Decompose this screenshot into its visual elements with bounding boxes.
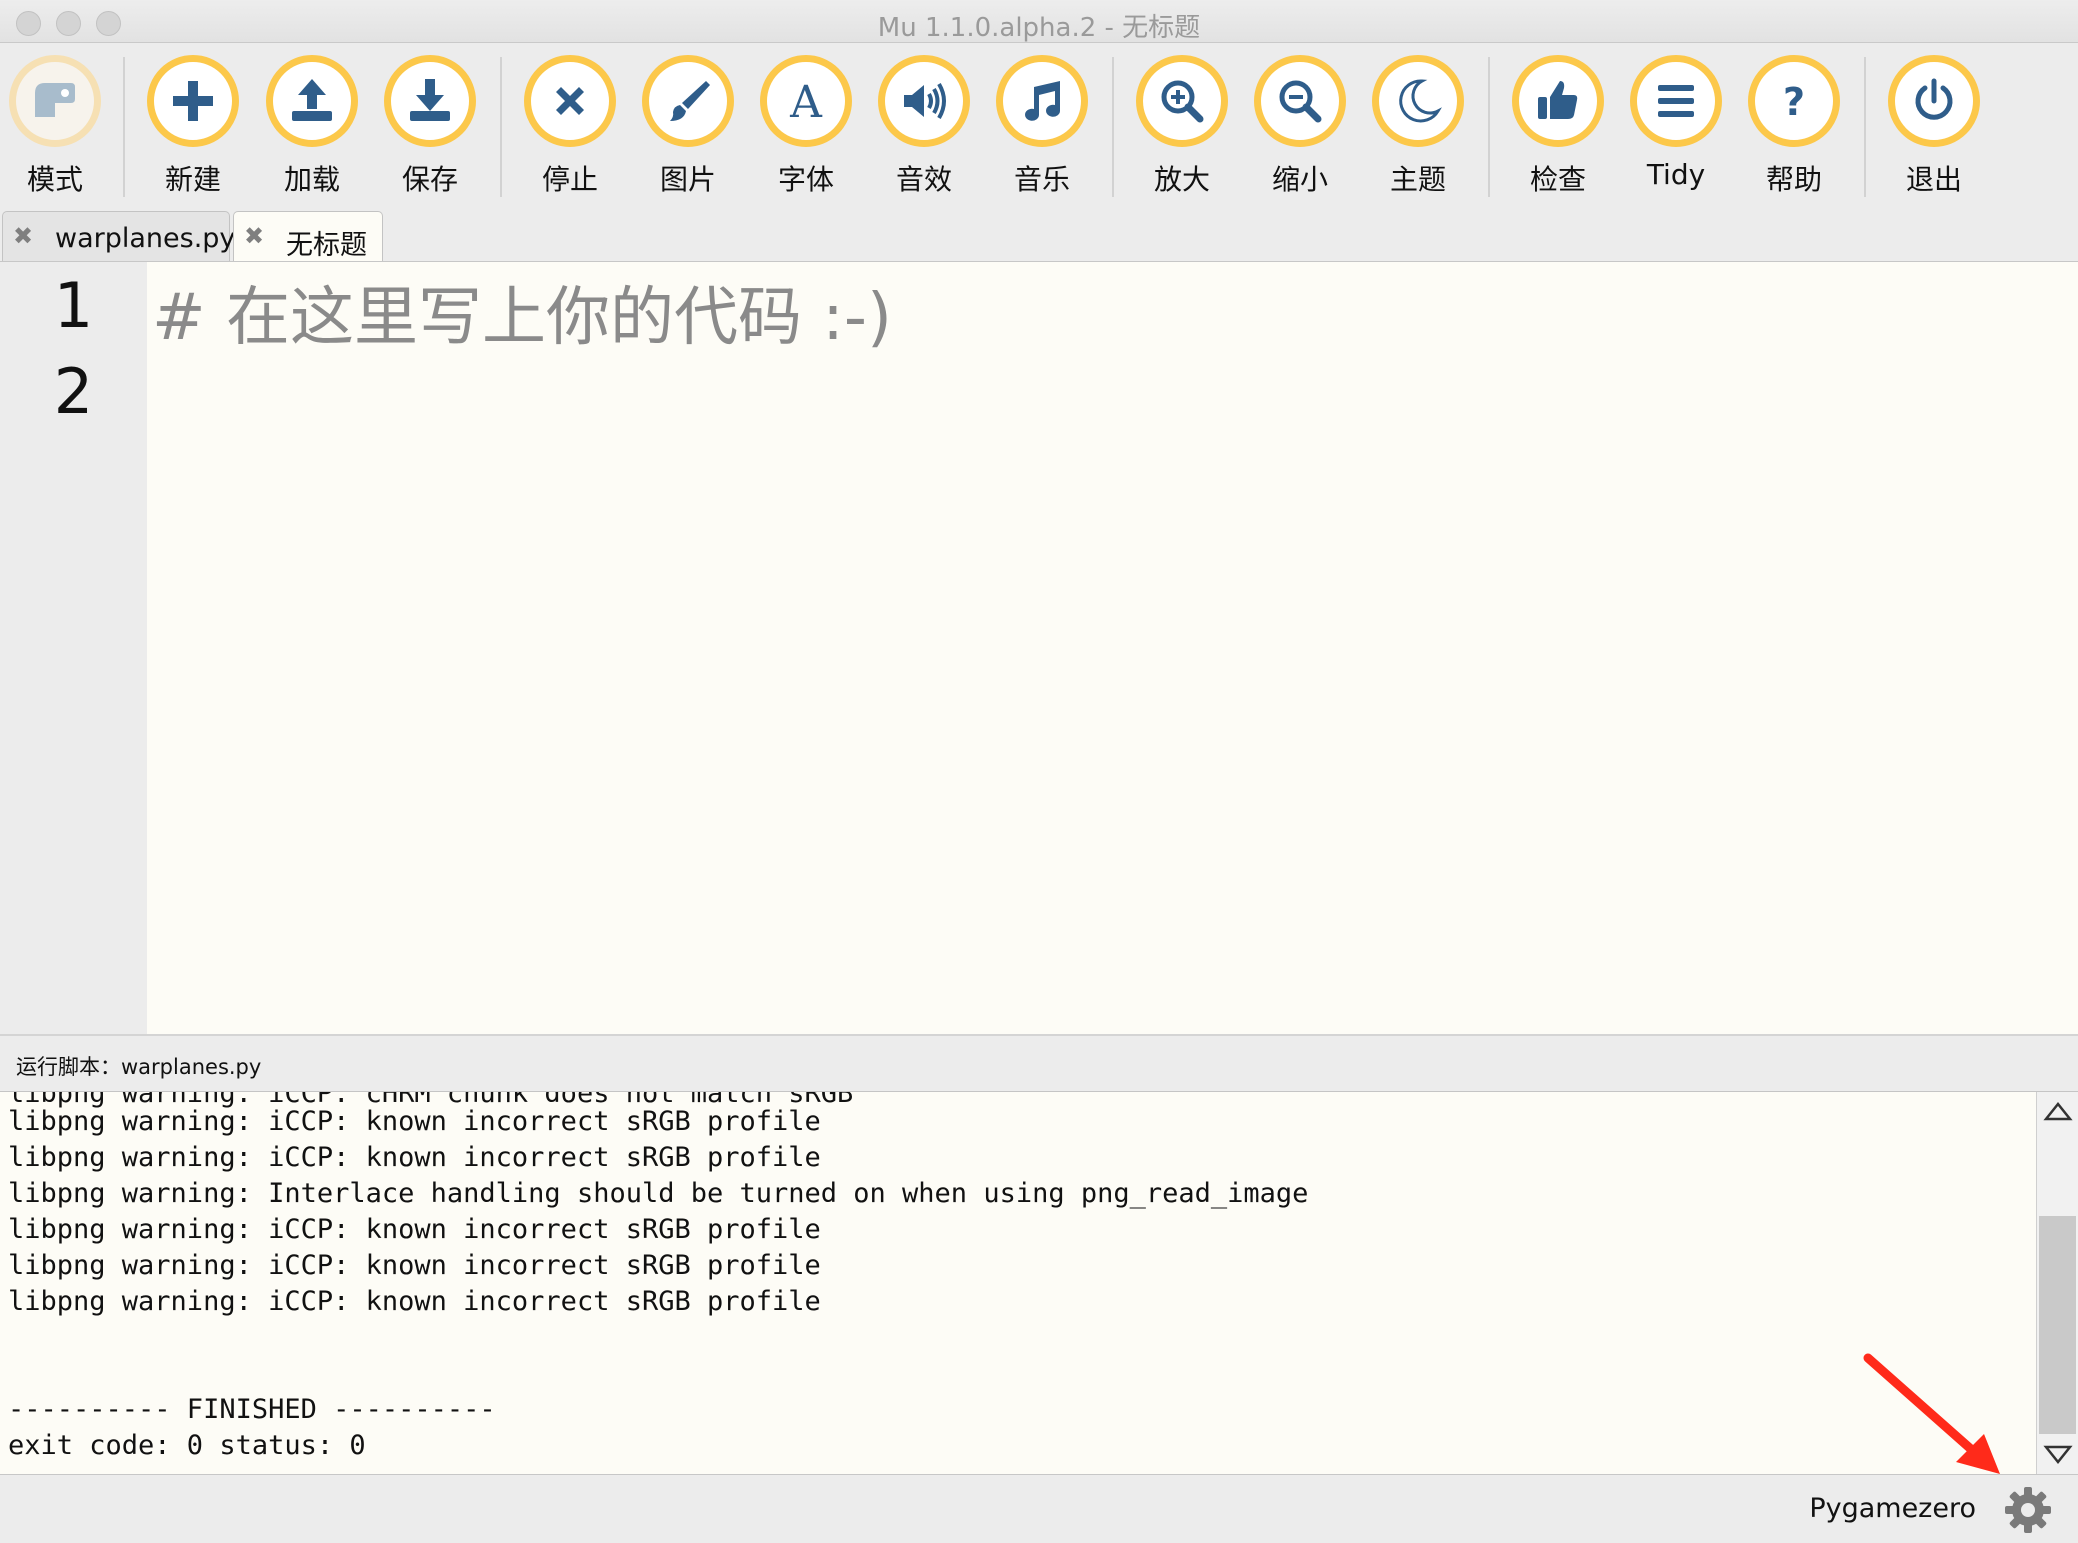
scrollbar-thumb[interactable]: [2039, 1216, 2076, 1434]
current-mode-label[interactable]: Pygamezero: [1809, 1493, 1976, 1524]
tab-label: warplanes.py: [55, 223, 236, 254]
lines-icon: [1630, 55, 1722, 147]
moon-icon: [1372, 55, 1464, 147]
zoom-in-icon: [1136, 55, 1228, 147]
tab-warplanes[interactable]: ✖ warplanes.py: [2, 211, 235, 261]
output-line: ---------- FINISHED ----------: [8, 1394, 496, 1425]
svg-text:A: A: [789, 77, 823, 128]
tab-untitled[interactable]: ✖ 无标题: [233, 211, 383, 261]
music-button[interactable]: 音乐: [983, 55, 1101, 205]
code-line[interactable]: # 在这里写上你的代码 :-): [152, 266, 892, 358]
toolbar-divider: [1864, 57, 1866, 197]
runner-output[interactable]: libpng warning: iCCP: cHRM chunk does no…: [0, 1092, 2036, 1474]
scroll-up-arrow-icon[interactable]: [2037, 1092, 2078, 1130]
tab-close-icon[interactable]: ✖: [13, 223, 33, 249]
new-button[interactable]: 新建: [134, 55, 252, 205]
sounds-button[interactable]: 音效: [865, 55, 983, 205]
sounds-button-label: 音效: [895, 163, 952, 196]
line-number: 1: [53, 269, 94, 342]
mode-icon: [9, 55, 101, 147]
close-x-icon: [524, 55, 616, 147]
title-bar: Mu 1.1.0.alpha.2 - 无标题: [0, 0, 2078, 43]
upload-icon: [266, 55, 358, 147]
tidy-button-label: Tidy: [1646, 158, 1706, 191]
stop-button-label: 停止: [541, 163, 598, 196]
toolbar-divider: [500, 57, 502, 197]
load-button-label: 加载: [283, 163, 340, 196]
window-title: Mu 1.1.0.alpha.2 - 无标题: [877, 13, 1201, 43]
runner-title: 运行脚本：warplanes.py: [16, 1055, 262, 1079]
mode-button-label: 模式: [26, 163, 83, 196]
music-note-icon: [996, 55, 1088, 147]
font-a-icon: A: [760, 55, 852, 147]
theme-button-label: 主题: [1389, 163, 1446, 196]
runner-pane-header: 运行脚本：warplanes.py: [0, 1036, 2078, 1092]
speaker-icon: [878, 55, 970, 147]
plus-icon: [147, 55, 239, 147]
check-button[interactable]: 检查: [1499, 55, 1617, 205]
help-button[interactable]: ? 帮助: [1735, 55, 1853, 205]
gear-icon[interactable]: [2003, 1485, 2053, 1535]
tidy-button[interactable]: Tidy: [1617, 55, 1735, 205]
question-icon: ?: [1748, 55, 1840, 147]
line-number-gutter: 1 2: [0, 262, 147, 1034]
zoom-in-button-label: 放大: [1153, 163, 1210, 196]
quit-button[interactable]: 退出: [1875, 55, 1993, 205]
download-icon: [384, 55, 476, 147]
toolbar-divider: [123, 57, 125, 197]
output-line: exit code: 0 status: 0: [8, 1430, 366, 1461]
brush-icon: [642, 55, 734, 147]
line-number: 2: [53, 355, 94, 428]
tab-bar: ✖ warplanes.py ✖ 无标题: [0, 209, 2078, 262]
zoom-out-button-label: 缩小: [1271, 163, 1328, 196]
save-button-label: 保存: [401, 163, 458, 196]
power-icon: [1888, 55, 1980, 147]
thumbs-up-icon: [1512, 55, 1604, 147]
tab-close-icon[interactable]: ✖: [244, 223, 264, 249]
code-editor[interactable]: 1 2 # 在这里写上你的代码 :-): [0, 262, 2078, 1036]
zoom-in-button[interactable]: 放大: [1123, 55, 1241, 205]
fonts-button-label: 字体: [777, 163, 834, 196]
output-line: libpng warning: iCCP: known incorrect sR…: [8, 1214, 821, 1245]
output-line: libpng warning: Interlace handling shoul…: [8, 1178, 1309, 1209]
output-line: libpng warning: iCCP: known incorrect sR…: [8, 1250, 821, 1281]
new-button-label: 新建: [164, 163, 221, 196]
images-button-label: 图片: [659, 163, 716, 196]
music-button-label: 音乐: [1013, 163, 1070, 196]
tab-label: 无标题: [286, 230, 367, 261]
output-scrollbar[interactable]: [2036, 1092, 2078, 1474]
zoom-out-icon: [1254, 55, 1346, 147]
load-button[interactable]: 加载: [253, 55, 371, 205]
toolbar-divider: [1112, 57, 1114, 197]
theme-button[interactable]: 主题: [1359, 55, 1477, 205]
zoom-out-button[interactable]: 缩小: [1241, 55, 1359, 205]
output-line: libpng warning: iCCP: known incorrect sR…: [8, 1142, 821, 1173]
red-arrow-annotation-icon: [1863, 1353, 2000, 1474]
toolbar: 模式 新建 加载 保存 停止 图片 A 字体 音效 音乐 放大 缩小 主题 检查…: [0, 43, 2078, 209]
fonts-button[interactable]: A 字体: [747, 55, 865, 205]
help-button-label: 帮助: [1765, 163, 1822, 196]
scroll-down-arrow-icon[interactable]: [2037, 1436, 2078, 1474]
svg-text:?: ?: [1783, 80, 1805, 124]
save-button[interactable]: 保存: [371, 55, 489, 205]
stop-button[interactable]: 停止: [511, 55, 629, 205]
quit-button-label: 退出: [1905, 163, 1962, 196]
output-line: libpng warning: iCCP: known incorrect sR…: [8, 1286, 821, 1317]
check-button-label: 检查: [1529, 163, 1586, 196]
toolbar-divider: [1488, 57, 1490, 197]
mode-button[interactable]: 模式: [0, 55, 114, 205]
images-button[interactable]: 图片: [629, 55, 747, 205]
status-bar: Pygamezero: [0, 1474, 2078, 1543]
output-line: libpng warning: iCCP: known incorrect sR…: [8, 1106, 821, 1137]
